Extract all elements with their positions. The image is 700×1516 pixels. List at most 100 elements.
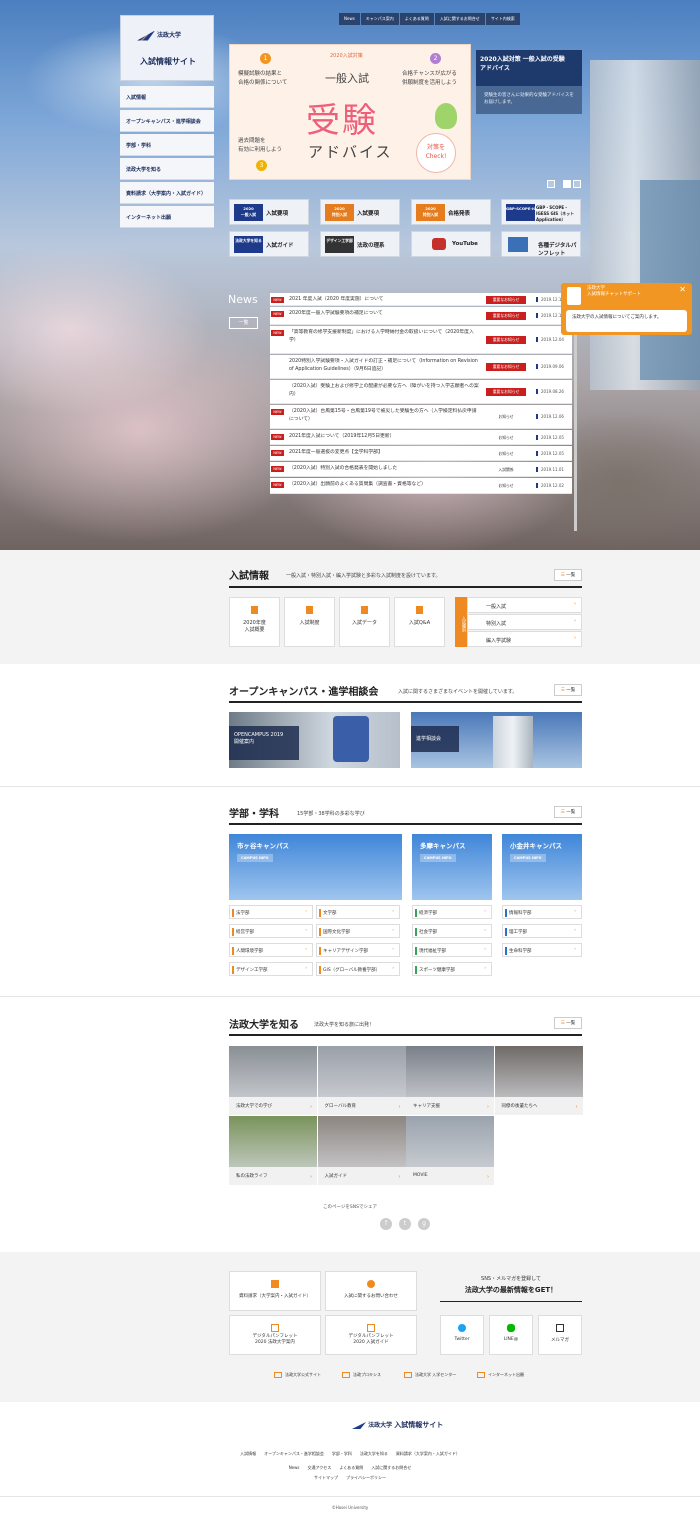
news-item[interactable]: NEW （2020入試）台風第15号・台風第19号で被災した受験生の方へ（入学検定… <box>270 405 572 429</box>
quick-link-button[interactable]: 各種デジタルパンフレット <box>501 231 581 257</box>
department-link[interactable]: 国際文化学部 › <box>316 924 400 938</box>
admission-card[interactable]: 入試データ <box>339 597 390 647</box>
inquiry-button[interactable]: 入試に関するお問い合わせ <box>325 1271 417 1311</box>
department-link[interactable]: キャリアデザイン学部 › <box>316 943 400 957</box>
know-hosei-card[interactable]: 同僚の後輩たちへ › <box>494 1046 583 1115</box>
close-icon[interactable]: ✕ <box>679 285 686 294</box>
admission-card[interactable]: 入試制度 <box>284 597 335 647</box>
consultation-banner[interactable]: 進学相談会 <box>411 712 582 768</box>
department-link[interactable]: 人間環境学部 › <box>229 943 313 957</box>
campus-info-button[interactable]: CAMPUS INFO <box>510 854 546 862</box>
footer-nav-link[interactable]: よくある質問 <box>339 1465 363 1470</box>
external-link[interactable]: 法政大学 入学センター <box>404 1372 456 1378</box>
news-item[interactable]: （2020入試）受験上および修学上の配慮が必要な方へ（障がいを持つ入学志願者への… <box>270 380 572 404</box>
admission-type-link[interactable]: 一般入試 › <box>467 597 582 613</box>
digital-guide-button[interactable]: デジタルパンフレット 2020 入試ガイド <box>325 1315 417 1355</box>
news-item[interactable]: NEW （2020入試）出願前のよくある質問集（調査書・資格等など） お知らせ 201… <box>270 478 572 494</box>
campus-info-button[interactable]: CAMPUS INFO <box>420 854 456 862</box>
footer-nav-link[interactable]: 入試に関するお問合せ <box>371 1465 411 1470</box>
know-hosei-card[interactable]: 私の法政ライフ › <box>229 1116 317 1185</box>
mail-magazine-button[interactable]: メルマガ <box>538 1315 582 1355</box>
department-link[interactable]: 経済学部 › <box>412 905 492 919</box>
quick-link-button[interactable]: デザイン工学部 法政の理系 <box>320 231 400 257</box>
hero-banner[interactable]: 1 模擬試験の結果と 合格の関係について 2020入試対策 一般入試 受験 アド… <box>229 44 471 180</box>
footer-nav-link[interactable]: News <box>289 1465 300 1470</box>
admission-type-link[interactable]: 編入学試験 › <box>467 631 582 647</box>
topnav-link[interactable]: 入試に関するお問合せ <box>434 13 485 25</box>
footer-nav-link[interactable]: 入試情報 <box>240 1451 256 1456</box>
quick-link-button[interactable]: 2020 特別入試 合格発表 <box>411 199 491 225</box>
department-link[interactable]: 社会学部 › <box>412 924 492 938</box>
google-plus-icon[interactable]: g <box>418 1218 430 1230</box>
all-button[interactable]: 一覧 <box>554 806 582 818</box>
digital-pamphlet-button[interactable]: デジタルパンフレット 2020 法政大学案内 <box>229 1315 321 1355</box>
department-link[interactable]: 経営学部 › <box>229 924 313 938</box>
news-all-button[interactable]: 一覧 <box>229 317 258 329</box>
news-item[interactable]: NEW 2020年度一般入学試験要項の補足について 重要なお知らせ 2019.12.1 <box>270 307 572 325</box>
external-link[interactable]: 法政大学公式サイト <box>274 1372 321 1378</box>
chat-widget[interactable]: 法政大学 入試情報チャットサポート ✕ 法政大学の入試情報についてご案内します。 <box>561 283 692 335</box>
know-hosei-card[interactable]: グローバル教育 › <box>317 1046 406 1115</box>
slider-dot[interactable] <box>547 180 555 188</box>
topnav-link[interactable]: よくある質問 <box>399 13 434 25</box>
news-item[interactable]: NEW 2021年度入試について（2019年12月5日更新） お知らせ 2019.12… <box>270 430 572 445</box>
sidenav-item[interactable]: 法政大学を知る <box>120 158 214 180</box>
quick-link-button[interactable]: 法政大学を知る 入試ガイド <box>229 231 309 257</box>
topnav-link[interactable]: News <box>339 13 360 25</box>
all-button[interactable]: 一覧 <box>554 569 582 581</box>
topnav-link[interactable]: キャンパス案内 <box>360 13 399 25</box>
footer-nav-link[interactable]: オープンキャンパス・進学相談会 <box>264 1451 324 1456</box>
all-button[interactable]: 一覧 <box>554 1017 582 1029</box>
external-link[interactable]: 法政プロキシス <box>342 1372 381 1378</box>
admission-card[interactable]: 2020年度 入試概要 <box>229 597 280 647</box>
twitter-icon[interactable]: t <box>399 1218 411 1230</box>
department-link[interactable]: GIS（グローバル教養学部） › <box>316 962 400 976</box>
quick-link-button[interactable]: GBP-SCOPE-IGESS GIS GBP・SCOPE・IGESS GIS（ネ… <box>501 199 581 225</box>
banner-side-card[interactable]: 2020入試対策 一般入試の受験アドバイス 受験生の皆さんに効果的な受験アドバイ… <box>476 50 582 114</box>
department-link[interactable]: デザイン工学部 › <box>229 962 313 976</box>
twitter-button[interactable]: Twitter <box>440 1315 484 1355</box>
campus-koganei[interactable]: 小金井キャンパス CAMPUS INFO <box>502 834 582 900</box>
footer-nav-link[interactable]: 交通アクセス <box>308 1465 332 1470</box>
footer-nav-link[interactable]: 法政大学を知る <box>360 1451 388 1456</box>
department-link[interactable]: 文学部 › <box>316 905 400 919</box>
know-hosei-card[interactable]: キャリア支援 › <box>406 1046 494 1115</box>
campus-info-button[interactable]: CAMPUS INFO <box>237 854 273 862</box>
department-link[interactable]: 生命科学部 › <box>502 943 582 957</box>
admission-card[interactable]: 入試Q&A <box>394 597 445 647</box>
all-button[interactable]: 一覧 <box>554 684 582 696</box>
news-item[interactable]: NEW 2021 年度入試（2020 年度実施）について 重要なお知らせ 2019.1… <box>270 293 572 306</box>
footer-nav-link[interactable]: プライバシーポリシー <box>346 1475 386 1480</box>
sidenav-item[interactable]: インターネット出願 <box>120 206 214 228</box>
footer-nav-link[interactable]: 資料請求（大学案内・入試ガイド） <box>396 1451 460 1456</box>
campus-ichigaya[interactable]: 市ヶ谷キャンパス CAMPUS INFO <box>229 834 402 900</box>
quick-link-button[interactable]: YouTube <box>411 231 491 257</box>
sidenav-item[interactable]: 入試情報 <box>120 86 214 108</box>
slider-dot-active[interactable] <box>563 180 571 188</box>
admission-type-link[interactable]: 特別入試 › <box>467 614 582 630</box>
department-link[interactable]: 現代福祉学部 › <box>412 943 492 957</box>
department-link[interactable]: 法学部 › <box>229 905 313 919</box>
news-item[interactable]: NEW （2020入試）特別入試の合格発表を開始しました 入試関係 2019.11.0… <box>270 462 572 477</box>
quick-link-button[interactable]: 2020 一般入試 入試要項 <box>229 199 309 225</box>
external-link[interactable]: インターネット出願 <box>477 1372 524 1378</box>
topnav-link[interactable]: サイト内検索 <box>485 13 520 25</box>
quick-link-button[interactable]: 2020 特別入試 入試要項 <box>320 199 400 225</box>
department-link[interactable]: スポーツ健康学部 › <box>412 962 492 976</box>
know-hosei-card[interactable]: 法政大学での学び › <box>229 1046 317 1115</box>
department-link[interactable]: 情報科学部 › <box>502 905 582 919</box>
sidenav-item[interactable]: 資料請求（大学案内・入試ガイド） <box>120 182 214 204</box>
footer-nav-link[interactable]: 学部・学科 <box>332 1451 352 1456</box>
news-item[interactable]: NEW 2021年度一般選抜の変更点【全学科学部】 お知らせ 2019.12.05 <box>270 446 572 461</box>
open-campus-banner[interactable]: OPENCAMPUS 2019 開催案内 <box>229 712 400 768</box>
know-hosei-card[interactable]: MOVIE › <box>406 1116 494 1185</box>
request-materials-button[interactable]: 資料請求（大学案内・入試ガイド） <box>229 1271 321 1311</box>
slider-dot[interactable] <box>573 180 581 188</box>
sidenav-item[interactable]: オープンキャンパス・進学相談会 <box>120 110 214 132</box>
know-hosei-card[interactable]: 入試ガイド › <box>317 1116 406 1185</box>
site-logo[interactable]: 法政大学 入試情報サイト <box>120 15 214 81</box>
line-button[interactable]: LINE@ <box>489 1315 533 1355</box>
footer-logo[interactable]: 法政大学 入試情報サイト <box>352 1420 443 1430</box>
department-link[interactable]: 理工学部 › <box>502 924 582 938</box>
news-item[interactable]: 2020特別入学試験要項・入試ガイドの訂正・補足について（Information… <box>270 355 572 379</box>
